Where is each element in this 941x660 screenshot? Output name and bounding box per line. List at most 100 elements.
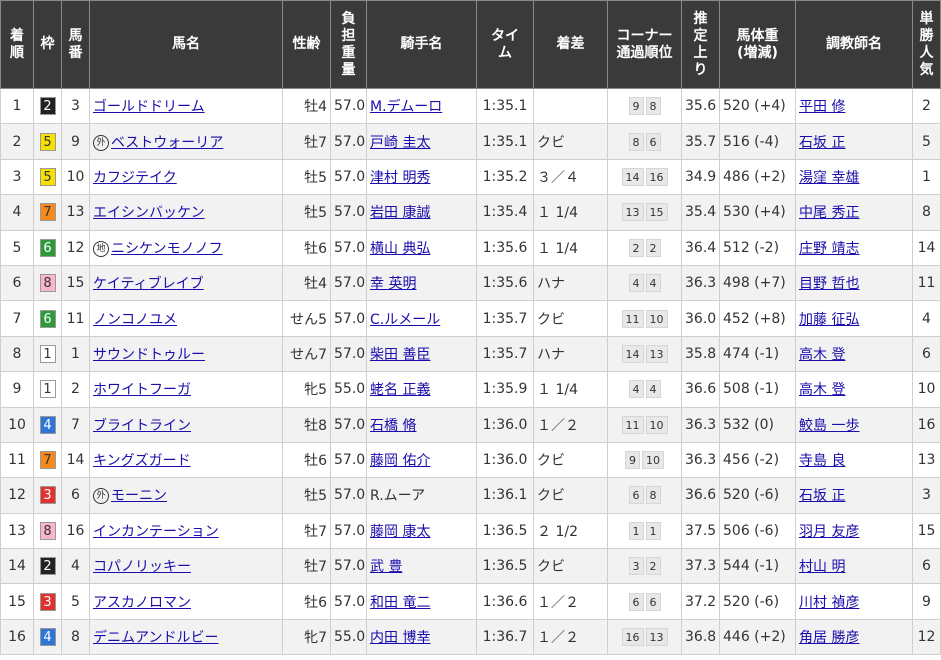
jockey-link[interactable]: 内田 博幸 <box>370 630 430 646</box>
horse-name-link[interactable]: モーニン <box>111 488 167 504</box>
horse-name-link[interactable]: エイシンバッケン <box>93 205 205 221</box>
horse-name-cell: カフジテイク <box>89 158 283 196</box>
trainer-link[interactable]: 加藤 征弘 <box>799 312 859 328</box>
waku-cell: 1 <box>33 335 62 373</box>
jockey-link[interactable]: 蛯名 正義 <box>370 382 430 398</box>
corner-position-2: 13 <box>645 628 668 647</box>
waku-badge: 6 <box>39 309 56 328</box>
trainer-cell: 寺島 良 <box>795 441 913 479</box>
trainer-link[interactable]: 鮫島 一歩 <box>799 418 859 434</box>
jockey-link[interactable]: C.ルメール <box>370 312 440 328</box>
jockey-link[interactable]: 柴田 善臣 <box>370 347 430 363</box>
time-cell: 1:35.4 <box>476 194 534 231</box>
trainer-cell: 高木 登 <box>795 371 913 408</box>
trainer-link[interactable]: 石坂 正 <box>799 135 845 151</box>
horse-name-link[interactable]: カフジテイク <box>93 170 177 186</box>
margin-cell: クビ <box>533 123 608 160</box>
time-cell: 1:35.1 <box>476 87 534 125</box>
trainer-link[interactable]: 羽月 友彦 <box>799 524 859 540</box>
waku-badge: 6 <box>39 238 56 257</box>
corner-position-2: 1 <box>645 521 661 540</box>
margin-cell: １ 1/4 <box>533 194 608 231</box>
trainer-link[interactable]: 中尾 秀正 <box>799 205 859 221</box>
trainer-link[interactable]: 高木 登 <box>799 347 845 363</box>
trainer-link[interactable]: 寺島 良 <box>799 453 845 469</box>
horse-name-link[interactable]: ブライトライン <box>93 418 191 434</box>
trainer-link[interactable]: 湯窪 幸雄 <box>799 170 859 186</box>
margin-cell: クビ <box>533 441 608 479</box>
margin-cell: ３／４ <box>533 158 608 196</box>
sex-age-cell: 牡5 <box>282 194 331 231</box>
jockey-link[interactable]: 藤岡 康太 <box>370 524 430 540</box>
horse-number-cell: 4 <box>61 548 90 585</box>
jockey-link[interactable]: 幸 英明 <box>370 276 416 292</box>
table-row: 1 2 3 ゴールドドリーム 牡4 57.0 M.デムーロ 1:35.1 9 8 35.6 520 (… <box>0 87 941 125</box>
waku-badge: 1 <box>39 344 56 363</box>
trainer-link[interactable]: 目野 哲也 <box>799 276 859 292</box>
time-cell: 1:36.0 <box>476 441 534 479</box>
trainer-cell: 鮫島 一歩 <box>795 406 913 443</box>
margin-cell: クビ <box>533 548 608 585</box>
trainer-link[interactable]: 村山 明 <box>799 559 845 575</box>
trainer-link[interactable]: 石坂 正 <box>799 488 845 504</box>
horse-name-link[interactable]: キングズガード <box>93 453 191 469</box>
jockey-link[interactable]: 岩田 康誠 <box>370 205 430 221</box>
last3f-cell: 36.3 <box>681 441 720 479</box>
jockey-link[interactable]: 戸崎 圭太 <box>370 135 430 151</box>
horse-name-cell: 地ニシケンモノノフ <box>89 229 283 266</box>
horse-name-link[interactable]: ケイティブレイブ <box>93 276 204 292</box>
horse-name-link[interactable]: デニムアンドルビー <box>93 630 218 646</box>
sex-age-cell: 牡7 <box>282 548 331 585</box>
sex-age-cell: せん7 <box>282 335 331 373</box>
body-weight-cell: 456 (-2) <box>719 441 796 479</box>
horse-name-link[interactable]: ベストウォーリア <box>111 135 223 151</box>
trainer-link[interactable]: 庄野 靖志 <box>799 241 859 257</box>
corner-cell: 14 16 <box>607 158 682 196</box>
popularity-cell: 4 <box>912 300 941 337</box>
trainer-link[interactable]: 川村 禎彦 <box>799 595 859 611</box>
margin-cell: ハナ <box>533 264 608 302</box>
waku-cell: 2 <box>33 548 62 585</box>
horse-number-cell: 6 <box>61 477 90 514</box>
jockey-cell: 藤岡 佑介 <box>366 441 477 479</box>
jockey-link[interactable]: 和田 竜二 <box>370 595 430 611</box>
trainer-cell: 目野 哲也 <box>795 264 913 302</box>
horse-name-link[interactable]: ゴールドドリーム <box>93 99 205 115</box>
corner-position-1: 11 <box>621 309 644 328</box>
horse-name-link[interactable]: サウンドトゥルー <box>93 347 205 363</box>
jockey-link[interactable]: M.デムーロ <box>370 99 442 115</box>
popularity-cell: 3 <box>912 477 941 514</box>
margin-cell <box>533 87 608 125</box>
time-cell: 1:36.5 <box>476 512 534 550</box>
horse-name-link[interactable]: ノンコノユメ <box>93 312 177 328</box>
corner-position-1: 13 <box>621 203 644 222</box>
table-row: 7 6 11 ノンコノユメ せん5 57.0 C.ルメール 1:35.7 クビ 11 10 36.0 4… <box>0 300 941 337</box>
table-row: 16 4 8 デニムアンドルビー 牝7 55.0 内田 博幸 1:36.7 １／２ 16 13 36.… <box>0 618 941 656</box>
corner-position-2: 10 <box>645 309 668 328</box>
jockey-link[interactable]: 藤岡 佑介 <box>370 453 430 469</box>
last3f-cell: 37.3 <box>681 548 720 585</box>
horse-name-link[interactable]: コパノリッキー <box>93 559 191 575</box>
last3f-cell: 36.0 <box>681 300 720 337</box>
jockey-link[interactable]: 横山 典弘 <box>370 241 430 257</box>
trainer-link[interactable]: 高木 登 <box>799 382 845 398</box>
body-weight-cell: 498 (+7) <box>719 264 796 302</box>
header-horse: 馬名 <box>89 0 283 89</box>
horse-name-link[interactable]: インカンテーション <box>93 524 219 540</box>
table-row: 3 5 10 カフジテイク 牡5 57.0 津村 明秀 1:35.2 ３／４ 14 16 34.9 48… <box>0 158 941 196</box>
horse-name-link[interactable]: ニシケンモノノフ <box>111 241 223 257</box>
jockey-link[interactable]: 津村 明秀 <box>370 170 430 186</box>
weight-cell: 57.0 <box>330 158 367 196</box>
table-row: 8 1 1 サウンドトゥルー せん7 57.0 柴田 善臣 1:35.7 ハナ 14 13 35.8 4… <box>0 335 941 373</box>
jockey-link[interactable]: 武 豊 <box>370 559 402 575</box>
horse-origin-mark: 外 <box>93 488 109 505</box>
trainer-link[interactable]: 角居 勝彦 <box>799 630 859 646</box>
horse-name-link[interactable]: ホワイトフーガ <box>93 382 191 398</box>
popularity-cell: 8 <box>912 194 941 231</box>
body-weight-cell: 446 (+2) <box>719 618 796 656</box>
body-weight-cell: 520 (-6) <box>719 583 796 620</box>
corner-cell: 98 <box>607 87 682 125</box>
trainer-link[interactable]: 平田 修 <box>799 99 845 115</box>
jockey-link[interactable]: 石橋 脩 <box>370 418 416 434</box>
horse-name-link[interactable]: アスカノロマン <box>93 595 191 611</box>
